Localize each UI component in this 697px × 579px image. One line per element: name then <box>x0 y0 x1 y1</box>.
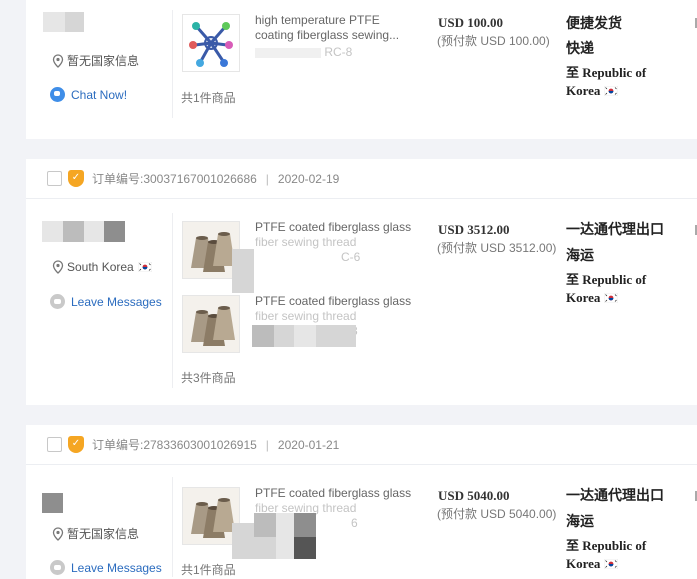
seller-location: South Korea <box>52 260 152 274</box>
map-pin-icon <box>52 526 64 541</box>
order-date: 2020-02-19 <box>277 171 340 186</box>
product-info-redacted <box>294 513 316 537</box>
prepay-amount: (预付款 USD 3512.00) <box>437 241 557 255</box>
map-pin-icon <box>52 260 64 274</box>
product-info-redacted <box>232 249 254 293</box>
seller-location-text: 暂无国家信息 <box>67 527 140 541</box>
product-info-redacted <box>316 325 356 347</box>
chat-bubble-icon <box>50 87 65 102</box>
product-spec-redacted <box>255 47 321 58</box>
order-header: ✓ 订单编号:27833603001026915 | 2020-01-21 <box>26 425 697 465</box>
leave-messages-label: Leave Messages <box>71 294 162 309</box>
order-price: USD 3512.00 <box>438 222 510 237</box>
leave-messages-link[interactable]: Leave Messages <box>50 560 162 575</box>
order-card: 暂无国家信息 Chat Now! high temperature PTFE c… <box>26 0 697 139</box>
product-spec: RC-8 <box>324 45 353 59</box>
product-title-line2: fiber sewing thread <box>255 309 357 323</box>
south-korea-flag-icon <box>603 85 618 97</box>
seller-name-redacted <box>43 12 65 32</box>
product-info-redacted <box>294 325 316 347</box>
message-icon <box>50 294 65 309</box>
product-info-redacted <box>276 513 294 559</box>
product-thumbnail[interactable] <box>182 14 240 72</box>
south-korea-flag-icon <box>603 292 618 304</box>
product-image <box>183 488 239 544</box>
item-count: 共1件商品 <box>181 91 236 105</box>
leave-messages-label: Leave Messages <box>71 560 162 575</box>
product-info-redacted <box>274 325 294 347</box>
product-title-line2: fiber sewing thread <box>255 235 357 249</box>
seller-name-redacted <box>42 221 63 242</box>
order-number: 订单编号:30037167001026686 <box>92 172 257 186</box>
seller-name-redacted <box>84 221 104 242</box>
destination: 至 Republic of Korea <box>566 64 666 100</box>
product-title-text: PTFE coated fiberglass glass <box>255 294 412 308</box>
divider <box>172 213 173 388</box>
product-info-redacted <box>252 325 274 347</box>
product-title[interactable]: high temperature PTFE coating fiberglass… <box>255 13 417 60</box>
divider <box>172 10 173 118</box>
south-korea-flag-icon <box>137 262 152 272</box>
product-title-text: PTFE coated fiberglass glass <box>255 220 412 234</box>
product-thumbnail[interactable] <box>182 295 240 353</box>
south-korea-flag-icon <box>603 558 618 570</box>
seller-location-text: South Korea <box>67 260 134 274</box>
shipping-method: 一达通代理出口 <box>566 222 664 238</box>
product-image <box>183 222 239 278</box>
product-info-redacted <box>232 523 254 559</box>
message-icon <box>50 560 65 575</box>
gold-supplier-badge-icon: ✓ <box>68 436 84 453</box>
header-separator: | <box>265 437 269 452</box>
order-card: ✓ 订单编号:30037167001026686 | 2020-02-19 So… <box>26 159 697 405</box>
seller-location: 暂无国家信息 <box>52 52 139 69</box>
destination: 至 Republic of Korea <box>566 537 666 573</box>
order-header: ✓ 订单编号:30037167001026686 | 2020-02-19 <box>26 159 697 199</box>
map-pin-icon <box>52 53 64 68</box>
shipping-method: 便捷发货 <box>566 16 622 32</box>
order-price: USD 100.00 <box>438 15 504 30</box>
product-image <box>189 22 233 67</box>
order-card: ✓ 订单编号:27833603001026915 | 2020-01-21 暂无… <box>26 425 697 579</box>
seller-name-redacted <box>104 221 125 242</box>
order-select-checkbox[interactable] <box>47 437 62 452</box>
shipping-type: 海运 <box>566 248 594 264</box>
leave-messages-link[interactable]: Leave Messages <box>50 294 162 309</box>
product-title-text: high temperature PTFE coating fiberglass… <box>255 13 400 42</box>
shipping-method: 一达通代理出口 <box>566 488 664 504</box>
product-title-text: PTFE coated fiberglass glass <box>255 486 412 500</box>
gold-supplier-badge-icon: ✓ <box>68 170 84 187</box>
order-date: 2020-01-21 <box>277 437 340 452</box>
product-title[interactable]: PTFE coated fiberglass glass fiber sewin… <box>255 220 417 265</box>
product-info-redacted <box>254 537 276 559</box>
shipping-type: 海运 <box>566 514 594 530</box>
product-image <box>183 296 239 352</box>
item-count: 共3件商品 <box>181 371 236 385</box>
seller-name-redacted <box>65 12 84 32</box>
chat-now-link[interactable]: Chat Now! <box>50 87 127 102</box>
product-info-redacted <box>254 513 276 537</box>
order-select-checkbox[interactable] <box>47 171 62 186</box>
seller-location-text: 暂无国家信息 <box>67 54 140 68</box>
chat-now-label: Chat Now! <box>71 87 128 102</box>
prepay-amount: (预付款 USD 100.00) <box>437 34 550 48</box>
prepay-amount: (预付款 USD 5040.00) <box>437 507 557 521</box>
seller-location: 暂无国家信息 <box>52 525 139 542</box>
item-count: 共1件商品 <box>181 563 236 577</box>
header-separator: | <box>265 171 269 186</box>
divider <box>172 477 173 577</box>
seller-name-redacted <box>63 221 84 242</box>
destination: 至 Republic of Korea <box>566 271 666 307</box>
product-info-redacted <box>294 537 316 559</box>
seller-name-redacted <box>42 493 63 513</box>
order-price: USD 5040.00 <box>438 488 510 503</box>
shipping-type: 快递 <box>566 41 594 57</box>
product-spec: C-6 <box>341 250 361 264</box>
order-number: 订单编号:27833603001026915 <box>92 438 257 452</box>
